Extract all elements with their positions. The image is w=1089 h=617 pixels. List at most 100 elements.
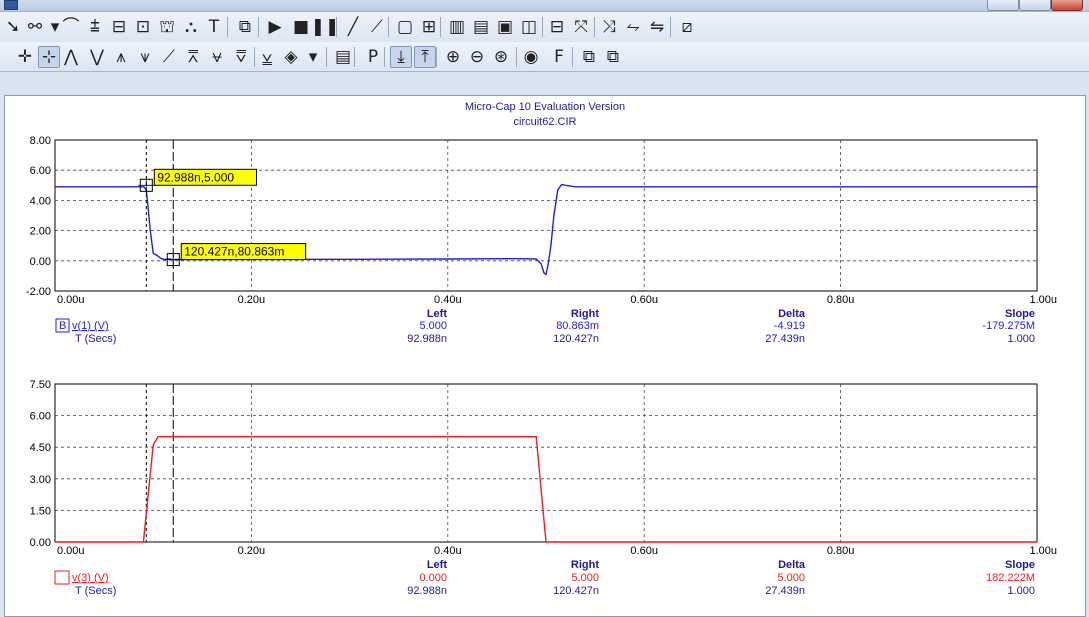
series-badge-label: B xyxy=(59,320,66,332)
readout-value: 5.000 xyxy=(419,320,447,332)
toolbar-separator xyxy=(258,17,259,37)
top-icon[interactable]: ⩢ xyxy=(230,46,252,68)
readout-value: -4.919 xyxy=(774,320,805,332)
cursor-mode-icon[interactable]: ✛ xyxy=(14,46,36,68)
toolbar-separator xyxy=(227,17,228,37)
stop-icon[interactable]: ■ xyxy=(290,16,312,38)
run-icon[interactable]: ▶ xyxy=(264,16,286,38)
pause-icon[interactable]: ❚❚ xyxy=(311,16,340,38)
readout-value: 27.439n xyxy=(765,333,805,345)
valley-icon[interactable]: ⋁ xyxy=(86,46,108,68)
tag-horizontal-icon[interactable]: ⤓ xyxy=(390,46,412,68)
x-tick-label: 0.40u xyxy=(434,545,462,557)
animate-icon[interactable]: ◉ xyxy=(520,46,542,68)
chart-title: Micro-Cap 10 Evaluation Version xyxy=(465,101,625,113)
readout-value: 80.863m xyxy=(556,320,599,332)
toolbar-separator xyxy=(354,47,355,67)
view-4-icon[interactable]: ◫ xyxy=(518,16,540,38)
plot-canvas[interactable]: Micro-Cap 10 Evaluation Version circuit62… xyxy=(5,96,1085,616)
line-icon[interactable]: ╱ xyxy=(342,16,364,38)
readout-value: 0.000 xyxy=(419,572,447,584)
plot-area: Micro-Cap 10 Evaluation Version circuit62… xyxy=(4,95,1086,617)
step-icon[interactable]: ⇋ xyxy=(646,16,668,38)
toolbar-separator xyxy=(254,47,255,67)
readout-value: 182.222M xyxy=(986,572,1035,584)
palette-icon[interactable]: ◈ xyxy=(280,46,302,68)
close-icon[interactable] xyxy=(1051,0,1083,11)
numeric-output-icon[interactable]: ▤ xyxy=(332,46,354,68)
app-icon[interactable] xyxy=(4,0,18,10)
y-tick-label: 0.00 xyxy=(30,537,51,549)
diagonal-wire-icon[interactable]: ⊟ xyxy=(108,16,130,38)
flip-x-icon[interactable]: ⊟ xyxy=(546,16,568,38)
tag-vertical-icon[interactable]: ⤒ xyxy=(414,46,436,68)
arrow-line-icon[interactable]: ⟋ xyxy=(366,16,388,38)
inflection-icon[interactable]: ⟋ xyxy=(158,46,180,68)
bottom-icon[interactable]: ⩣ xyxy=(256,46,278,68)
toolbar-separator xyxy=(440,17,441,37)
flip-y-icon[interactable]: ⤧ xyxy=(570,16,592,38)
wire-mode-icon[interactable]: ⌒ xyxy=(60,16,82,38)
x-tick-label: 0.20u xyxy=(238,545,266,557)
minimize-icon[interactable] xyxy=(987,0,1019,11)
y-tick-label: 4.50 xyxy=(30,442,51,454)
maximize-icon[interactable] xyxy=(1019,0,1051,11)
view-3-icon[interactable]: ▣ xyxy=(494,16,516,38)
toolbar-separator xyxy=(388,17,389,37)
grid-icon[interactable]: ⊞ xyxy=(418,16,440,38)
data-cursor-icon[interactable]: ⊹ xyxy=(38,46,60,68)
readout-value: -179.275M xyxy=(982,320,1035,332)
series-swatch[interactable] xyxy=(54,570,70,585)
title-bar xyxy=(0,0,1089,12)
text-mode-icon[interactable]: T xyxy=(203,16,225,38)
bus-mode-icon[interactable]: ⩲ xyxy=(84,16,106,38)
component-mode-icon[interactable]: ⚯ xyxy=(24,16,46,38)
palette-dropdown-icon[interactable]: ▾ xyxy=(302,46,324,68)
font-icon[interactable]: F xyxy=(548,46,570,68)
readout-value: 1.000 xyxy=(1007,333,1035,345)
marker-label: 92.988n,5.000 xyxy=(157,170,234,184)
performance-icon[interactable]: P xyxy=(362,46,384,68)
global-high-icon[interactable]: ⩞ xyxy=(182,46,204,68)
view-2-icon[interactable]: ▤ xyxy=(470,16,492,38)
readout-header: Delta xyxy=(778,308,806,320)
toolbar-separator xyxy=(336,17,337,37)
toolbar-separator xyxy=(572,47,573,67)
peak-icon[interactable]: ⋀ xyxy=(60,46,82,68)
rotate-icon[interactable]: ⤨ xyxy=(598,16,620,38)
rectangle-icon[interactable]: ▢ xyxy=(394,16,416,38)
x-tick-label: 0.80u xyxy=(827,294,855,306)
properties-icon[interactable]: ⧉ xyxy=(234,16,256,38)
copy-icon[interactable]: ⧉ xyxy=(578,46,600,68)
readout-row-label: T (Secs) xyxy=(75,333,116,345)
select-mode-icon[interactable]: ➘ xyxy=(2,16,24,38)
flag-mode-icon[interactable]: ⊡ xyxy=(132,16,154,38)
y-tick-label: 1.50 xyxy=(30,505,51,517)
plot-icon[interactable]: ⧄ xyxy=(676,16,698,38)
mirror-icon[interactable]: ⥊ xyxy=(622,16,644,38)
x-tick-label: 0.00u xyxy=(57,294,85,306)
paste-icon[interactable]: ⧉ xyxy=(602,46,624,68)
view-1-icon[interactable]: ▥ xyxy=(446,16,468,38)
x-tick-label: 0.80u xyxy=(827,545,855,557)
readout-row-label: T (Secs) xyxy=(75,585,116,597)
series-line xyxy=(55,436,1037,543)
readout-header: Delta xyxy=(778,559,806,571)
micro-cap-window: ➘ ⚯ ▾ ⌒ ⩲ ⊟ ⊡ ⛫ ⛬ T ⧉ ▶ ■ ❚❚ ╱ ⟋ ▢ ⊞ ▥ ▤ ▣ ◫ ⊟ ⤧ ⤨ ⥊ ⇋ ⧄ ✛ ⊹ ⋀ ⋁ ⩚ ⩛ ⟋ ⩞ ⩝ ⩢… xyxy=(0,0,1089,617)
high-icon[interactable]: ⩚ xyxy=(110,46,132,68)
y-tick-label: 6.00 xyxy=(30,165,51,177)
zoom-in-icon[interactable]: ⊕ xyxy=(442,46,464,68)
plot-frame xyxy=(54,383,1038,543)
y-tick-label: -2.00 xyxy=(26,286,51,298)
zoom-fit-icon[interactable]: ⊛ xyxy=(490,46,512,68)
toolbar-separator xyxy=(670,17,671,37)
readout-header: Slope xyxy=(1005,308,1035,320)
readout-value: 5.000 xyxy=(777,572,805,584)
toolbar-separator xyxy=(542,17,543,37)
info-mode-icon[interactable]: ⛬ xyxy=(180,16,202,38)
zoom-out-icon[interactable]: ⊖ xyxy=(466,46,488,68)
low-icon[interactable]: ⩛ xyxy=(134,46,156,68)
pin-mode-icon[interactable]: ⛫ xyxy=(156,16,178,38)
y-tick-label: 6.00 xyxy=(30,411,51,423)
global-low-icon[interactable]: ⩝ xyxy=(206,46,228,68)
